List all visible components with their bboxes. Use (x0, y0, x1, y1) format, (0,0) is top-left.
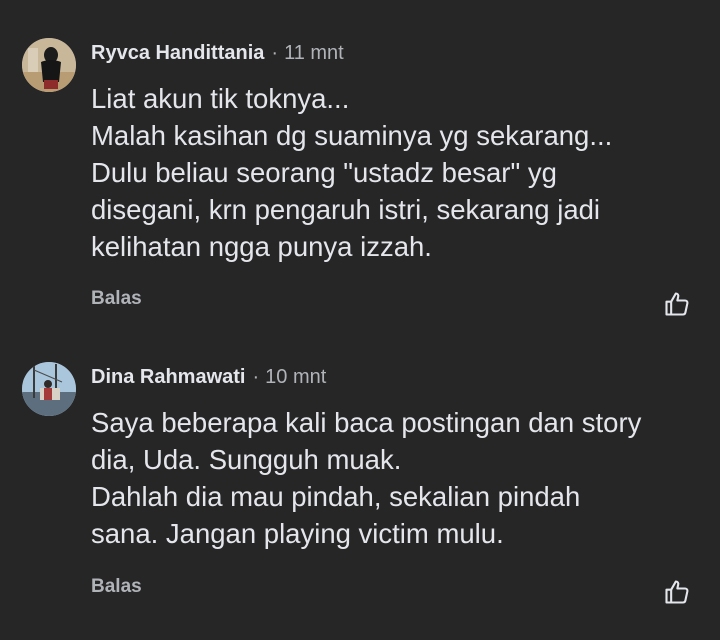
comment-line: Saya beberapa kali baca postingan dan st… (91, 407, 642, 438)
comment-line: disegani, krn pengaruh istri, sekarang j… (91, 194, 601, 225)
comment-line: Dahlah dia mau pindah, sekalian pindah (91, 481, 581, 512)
avatar-image (22, 362, 76, 416)
avatar[interactable] (22, 38, 76, 92)
comment-meta: Ryvca Handittania · 11 mnt (91, 40, 344, 66)
avatar-image (22, 38, 76, 92)
thumbs-up-icon[interactable] (663, 290, 691, 318)
reply-button[interactable]: Balas (91, 576, 142, 598)
author-name[interactable]: Ryvca Handittania (91, 42, 264, 64)
comment-line: Malah kasihan dg suaminya yg sekarang... (91, 120, 613, 151)
comment-text: Liat akun tik toknya... Malah kasihan dg… (91, 80, 701, 265)
comment-line: Dulu beliau seorang "ustadz besar" yg (91, 157, 557, 188)
comment-meta: Dina Rahmawati · 10 mnt (91, 364, 326, 390)
comment-line: kelihatan ngga punya izzah. (91, 231, 432, 262)
comment-line: Liat akun tik toknya... (91, 83, 350, 114)
reply-button[interactable]: Balas (91, 288, 142, 310)
comment-timestamp[interactable]: 10 mnt (265, 366, 326, 388)
author-name[interactable]: Dina Rahmawati (91, 366, 245, 388)
thumbs-up-icon[interactable] (663, 578, 691, 606)
avatar[interactable] (22, 362, 76, 416)
comment-line: dia, Uda. Sungguh muak. (91, 444, 402, 475)
comment-timestamp[interactable]: 11 mnt (284, 42, 344, 64)
meta-separator: · (252, 366, 260, 388)
comment-text: Saya beberapa kali baca postingan dan st… (91, 404, 701, 552)
meta-separator: · (271, 42, 279, 64)
comment-line: sana. Jangan playing victim mulu. (91, 518, 504, 549)
